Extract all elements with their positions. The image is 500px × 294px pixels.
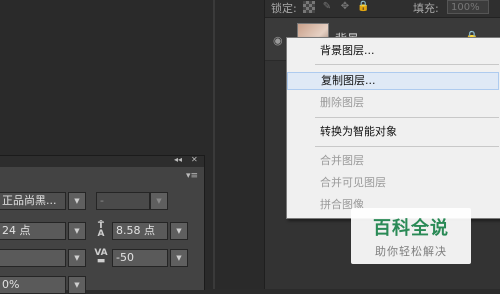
lock-image-pixels-icon[interactable]: ✎ [321,1,333,13]
kerning-field[interactable] [0,249,66,267]
menu-item-merge-visible[interactable]: 合并可见图层 [287,174,499,192]
leading-dropdown-arrow-icon[interactable]: ▼ [170,222,188,240]
font-family-dropdown-arrow-icon[interactable]: ▼ [68,192,86,210]
character-panel: ◂◂ ✕ ▾≡ 正品尚黑... ▼ - ▼ 24 点 ▼ T̂ A 8.58 点 … [0,155,205,294]
panel-menu-icon[interactable]: ▾≡ [186,171,198,181]
tracking-dropdown-arrow-icon[interactable]: ▼ [170,249,188,267]
menu-item-convert-smart-object[interactable]: 转换为智能对象 [287,123,499,141]
menu-item-duplicate-layer[interactable]: 复制图层... [287,72,499,90]
font-style-dropdown-arrow-icon[interactable]: ▼ [150,192,168,210]
menu-item-background-layer[interactable]: 背景图层... [287,42,499,60]
layer-context-menu: 背景图层... 复制图层... 删除图层 转换为智能对象 合并图层 合并可见图层… [286,37,500,219]
lock-options: ✎ ✥ 🔒 [303,1,369,13]
menu-item-merge-layers[interactable]: 合并图层 [287,152,499,170]
lock-position-icon[interactable]: ✥ [339,1,351,13]
font-size-dropdown-arrow-icon[interactable]: ▼ [68,222,86,240]
lock-label: 锁定: [271,2,297,15]
watermark-title: 百科全说 [373,218,449,239]
layers-panel-header: 锁定: ✎ ✥ 🔒 填充: 100% [265,0,500,18]
menu-separator [315,64,499,65]
character-panel-tabbar: ◂◂ ✕ [0,155,204,167]
lock-transparent-pixels-icon[interactable] [303,1,315,13]
vertical-scale-field[interactable]: 0% [0,276,66,294]
close-panel-icon[interactable]: ✕ [191,155,198,164]
font-size-field[interactable]: 24 点 [0,222,66,240]
tracking-field[interactable]: -50 [112,249,168,267]
visibility-eye-icon[interactable]: ◉ [273,34,283,47]
fill-input[interactable]: 100% [447,0,489,14]
lock-all-icon[interactable]: 🔒 [357,1,369,13]
font-style-field[interactable]: - [96,192,150,210]
tracking-icon: VA ▬ [94,248,108,266]
font-family-field[interactable]: 正品尚黑... [0,192,66,210]
workspace-divider [213,0,215,289]
menu-separator [315,117,499,118]
menu-separator [315,146,499,147]
leading-icon: T̂ A [97,221,105,239]
kerning-dropdown-arrow-icon[interactable]: ▼ [68,249,86,267]
watermark-logo: 百科全说 助你轻松解决 [351,208,471,264]
collapse-panel-icon[interactable]: ◂◂ [174,155,182,164]
watermark-subtitle: 助你轻松解决 [375,245,447,258]
fill-label: 填充: [413,2,439,15]
vertical-scale-dropdown-arrow-icon[interactable]: ▼ [68,276,86,294]
menu-item-delete-layer[interactable]: 删除图层 [287,94,499,112]
leading-field[interactable]: 8.58 点 [112,222,168,240]
